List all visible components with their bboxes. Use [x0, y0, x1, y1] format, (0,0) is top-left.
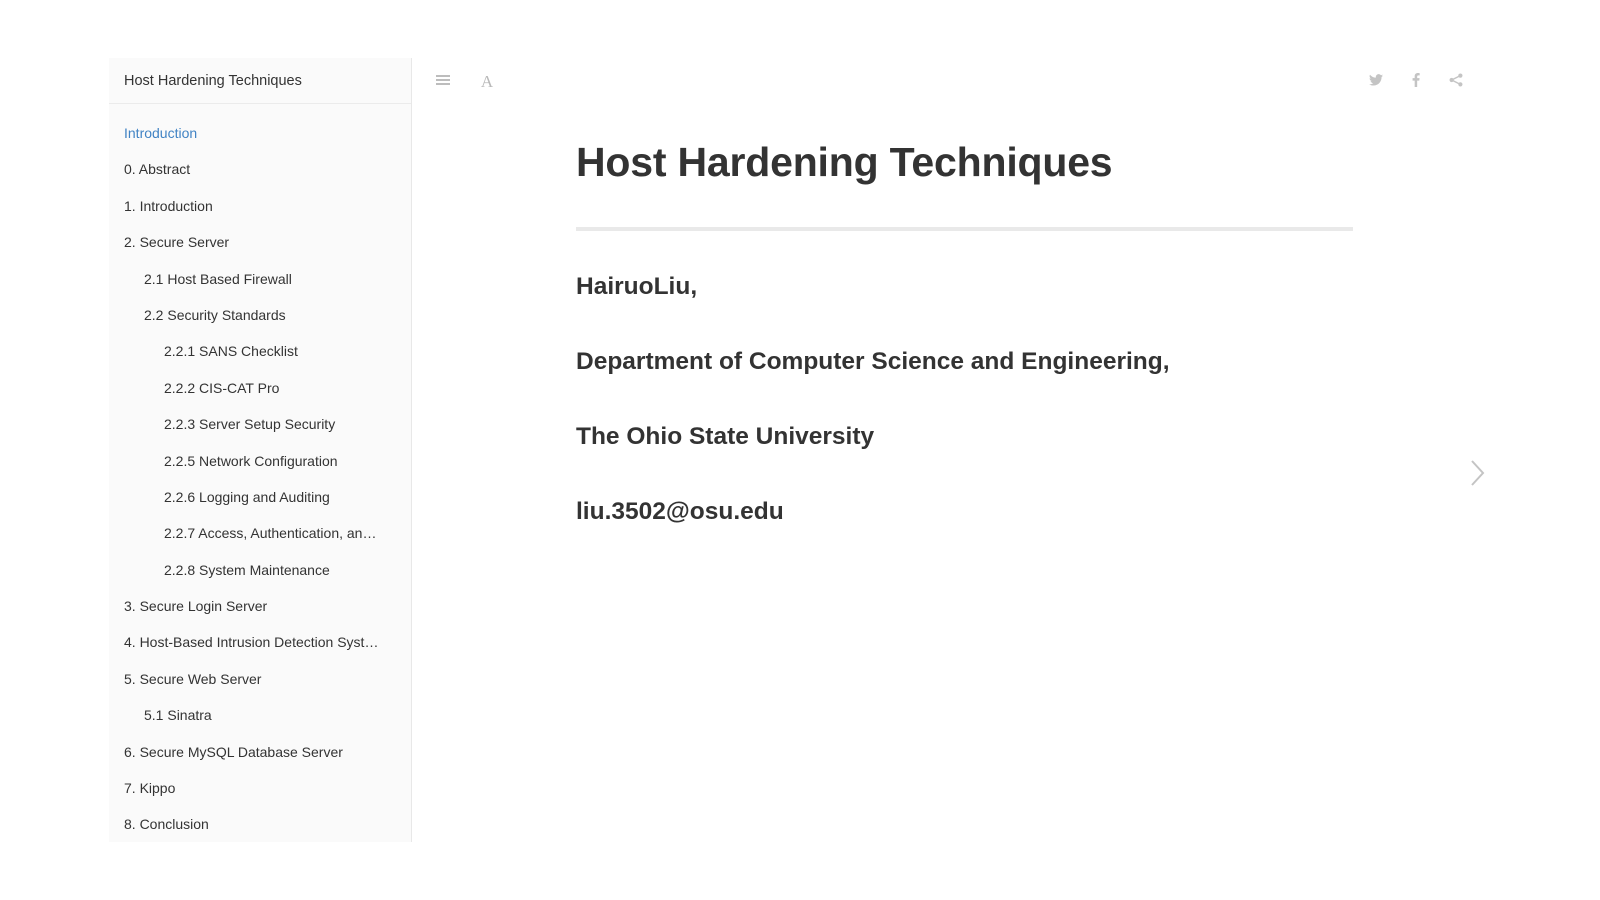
toc-item[interactable]: 8. Conclusion: [109, 806, 411, 842]
next-page-button[interactable]: [1463, 458, 1493, 488]
toc-item[interactable]: 2.2 Security Standards: [109, 297, 411, 333]
author-university: The Ohio State University: [576, 423, 875, 451]
chevron-right-icon: [1463, 460, 1493, 492]
page-content: Host Hardening Techniques HairuoLiu, Dep…: [576, 128, 1353, 527]
hamburger-icon: [435, 73, 451, 92]
toc-item[interactable]: 3. Secure Login Server: [109, 588, 411, 624]
sidebar-book-title[interactable]: Host Hardening Techniques: [109, 58, 411, 104]
author-email: liu.3502@osu.edu: [576, 498, 784, 526]
toc-item[interactable]: 2.2.1 SANS Checklist: [109, 333, 411, 369]
toc-item[interactable]: 5. Secure Web Server: [109, 661, 411, 697]
toc-item[interactable]: 2.2.8 System Maintenance: [109, 552, 411, 588]
toc-item[interactable]: 5.1 Sinatra: [109, 697, 411, 733]
toc-item[interactable]: 2.2.6 Logging and Auditing: [109, 479, 411, 515]
toc-item[interactable]: 0. Abstract: [109, 151, 411, 187]
toc-item[interactable]: 2.1 Host Based Firewall: [109, 261, 411, 297]
toc-item[interactable]: 2.2.5 Network Configuration: [109, 443, 411, 479]
table-of-contents: Introduction 0. Abstract 1. Introduction 2.…: [109, 104, 411, 842]
toc-item[interactable]: 4. Host-Based Intrusion Detection Syst…: [109, 624, 411, 660]
font-settings-button[interactable]: A: [476, 71, 498, 93]
twitter-icon: [1369, 73, 1383, 91]
twitter-share-button[interactable]: [1365, 71, 1387, 93]
toc-item[interactable]: 1. Introduction: [109, 188, 411, 224]
share-button[interactable]: [1445, 71, 1467, 93]
toolbar-left: A: [432, 71, 498, 93]
toc-item[interactable]: 6. Secure MySQL Database Server: [109, 734, 411, 770]
font-icon: A: [480, 72, 494, 91]
toc-item[interactable]: 2.2.7 Access, Authentication, an…: [109, 515, 411, 551]
author-department: Department of Computer Science and Engin…: [576, 348, 1170, 376]
toc-item[interactable]: Introduction: [109, 115, 411, 151]
sidebar: Host Hardening Techniques Introduction 0.…: [109, 58, 412, 842]
author-name: HairuoLiu,: [576, 273, 698, 301]
toc-item[interactable]: 2.2.2 CIS-CAT Pro: [109, 370, 411, 406]
share-icon: [1449, 73, 1463, 92]
toc-item[interactable]: 2.2.3 Server Setup Security: [109, 406, 411, 442]
toolbar-right: [1365, 71, 1467, 93]
toc-item[interactable]: 7. Kippo: [109, 770, 411, 806]
facebook-icon: [1412, 72, 1420, 92]
facebook-share-button[interactable]: [1405, 71, 1427, 93]
title-divider: [576, 227, 1353, 232]
page-title: Host Hardening Techniques: [576, 139, 1113, 185]
toc-item[interactable]: 2. Secure Server: [109, 224, 411, 260]
toggle-sidebar-button[interactable]: [432, 71, 454, 93]
book-reader: Host Hardening Techniques Introduction 0.…: [109, 58, 1511, 842]
